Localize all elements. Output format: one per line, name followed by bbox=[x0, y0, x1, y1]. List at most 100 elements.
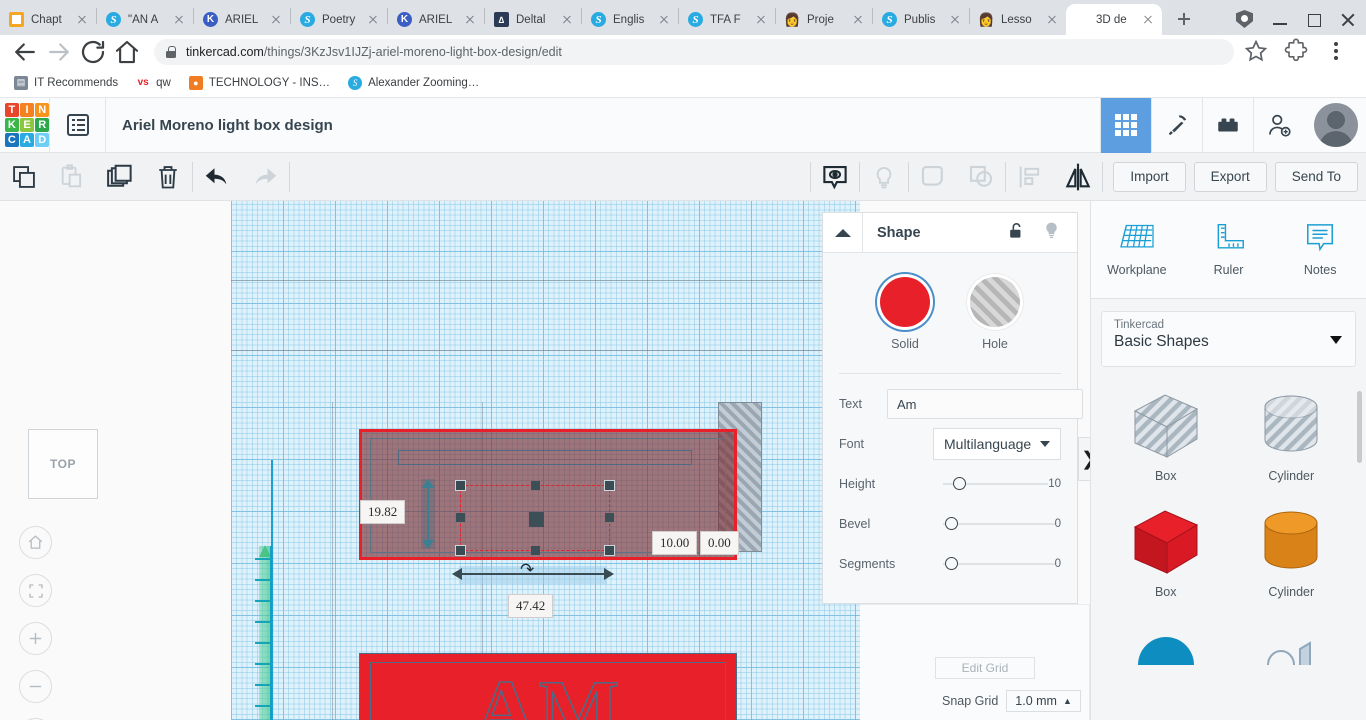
fit-view-icon[interactable] bbox=[19, 574, 52, 607]
lego-brick-icon[interactable] bbox=[1202, 98, 1253, 153]
slider-knob[interactable] bbox=[945, 557, 958, 570]
delete-icon[interactable] bbox=[144, 153, 192, 201]
browser-tab[interactable]: ∆Deltal bbox=[485, 4, 581, 35]
browser-tab[interactable]: Chapt bbox=[0, 4, 96, 35]
browser-menu-icon[interactable] bbox=[1322, 37, 1352, 67]
mirror-icon[interactable] bbox=[1054, 153, 1102, 201]
new-tab-button[interactable] bbox=[1170, 5, 1198, 33]
designs-list-button[interactable] bbox=[50, 98, 105, 153]
sidebar-scrollbar[interactable] bbox=[1357, 391, 1362, 463]
close-icon[interactable] bbox=[753, 12, 769, 28]
bookmark-star-icon[interactable] bbox=[1242, 37, 1272, 67]
shape-library-select[interactable]: Tinkercad Basic Shapes bbox=[1101, 311, 1356, 367]
edit-grid-button[interactable]: Edit Grid bbox=[935, 657, 1035, 679]
hole-mode-option[interactable]: Hole bbox=[970, 277, 1020, 351]
browser-tab[interactable]: 3D de bbox=[1066, 4, 1162, 35]
browser-tab[interactable]: KARIEL bbox=[388, 4, 484, 35]
resize-handle-left[interactable] bbox=[456, 513, 465, 522]
browser-tab[interactable]: 👩Lesso bbox=[970, 4, 1066, 35]
shield-icon[interactable] bbox=[1236, 10, 1256, 30]
home-view-icon[interactable] bbox=[19, 526, 52, 559]
dimension-z[interactable]: 10.00 bbox=[652, 531, 697, 555]
close-icon[interactable] bbox=[1140, 12, 1156, 28]
shape-item-roof[interactable] bbox=[1229, 611, 1355, 673]
close-icon[interactable] bbox=[268, 12, 284, 28]
view-cube[interactable]: TOP bbox=[28, 429, 98, 499]
slider-knob[interactable] bbox=[953, 477, 966, 490]
address-bar[interactable]: tinkercad.com/things/3KzJsv1IJZj-ariel-m… bbox=[154, 39, 1234, 65]
close-icon[interactable] bbox=[462, 12, 478, 28]
tinkercad-logo[interactable]: TINKERCAD bbox=[5, 103, 49, 147]
browser-tab[interactable]: STFA F bbox=[679, 4, 775, 35]
zoom-in-icon[interactable] bbox=[19, 622, 52, 655]
dimension-width[interactable]: 47.42 bbox=[508, 594, 553, 618]
snap-grid-select[interactable]: 1.0 mm ▲ bbox=[1006, 690, 1081, 712]
import-button[interactable]: Import bbox=[1113, 162, 1185, 192]
font-select[interactable]: Multilanguage bbox=[933, 428, 1061, 460]
lightbulb-icon[interactable] bbox=[1042, 221, 1061, 245]
close-icon[interactable] bbox=[365, 12, 381, 28]
reload-button[interactable] bbox=[78, 37, 108, 67]
hole-swatch[interactable] bbox=[970, 277, 1020, 327]
shape-item-box-solid[interactable]: Box bbox=[1103, 495, 1229, 607]
solid-mode-option[interactable]: Solid bbox=[880, 277, 930, 351]
pickaxe-icon[interactable] bbox=[1151, 98, 1202, 153]
collapse-panel-button[interactable] bbox=[823, 213, 863, 253]
height-slider[interactable] bbox=[933, 477, 1048, 491]
height-arrow-icon[interactable] bbox=[421, 479, 435, 549]
add-person-icon[interactable] bbox=[1253, 98, 1304, 153]
duplicate-icon[interactable] bbox=[96, 153, 144, 201]
resize-handle-tl[interactable] bbox=[455, 480, 466, 491]
bookmark-item[interactable]: ● TECHNOLOGY - INS… bbox=[189, 76, 330, 90]
sidebar-item-ruler[interactable]: Ruler bbox=[1183, 201, 1275, 298]
text-object[interactable]: AM bbox=[359, 653, 737, 720]
close-icon[interactable] bbox=[947, 12, 963, 28]
close-icon[interactable] bbox=[850, 12, 866, 28]
blocks-grid-icon[interactable] bbox=[1100, 98, 1151, 153]
restore-icon[interactable] bbox=[1304, 10, 1324, 30]
copy-icon[interactable] bbox=[0, 153, 48, 201]
minimize-icon[interactable] bbox=[1270, 10, 1290, 30]
user-avatar[interactable] bbox=[1314, 103, 1358, 147]
solid-color-swatch[interactable] bbox=[880, 277, 930, 327]
close-icon[interactable] bbox=[656, 12, 672, 28]
bookmark-item[interactable]: ▤ IT Recommends bbox=[14, 76, 118, 90]
zoom-out-icon[interactable] bbox=[19, 670, 52, 703]
center-handle[interactable] bbox=[529, 512, 544, 527]
browser-tab[interactable]: KARIEL bbox=[194, 4, 290, 35]
resize-handle-tr[interactable] bbox=[604, 480, 615, 491]
selection-bounds[interactable] bbox=[460, 485, 610, 551]
extensions-icon[interactable] bbox=[1282, 37, 1312, 67]
browser-tab[interactable]: SPublis bbox=[873, 4, 969, 35]
forward-button[interactable] bbox=[44, 37, 74, 67]
close-icon[interactable] bbox=[1044, 12, 1060, 28]
undo-icon[interactable] bbox=[193, 153, 241, 201]
bookmark-item[interactable]: S Alexander Zooming… bbox=[348, 76, 479, 90]
resize-handle-bottom[interactable] bbox=[531, 546, 540, 555]
dimension-height[interactable]: 19.82 bbox=[360, 500, 405, 524]
resize-handle-top[interactable] bbox=[531, 481, 540, 490]
shape-item-cylinder-solid[interactable]: Cylinder bbox=[1229, 495, 1355, 607]
close-icon[interactable] bbox=[74, 12, 90, 28]
shape-item-box-hole[interactable]: Box bbox=[1103, 381, 1229, 491]
slider-knob[interactable] bbox=[945, 517, 958, 530]
bookmark-item[interactable]: vs qw bbox=[136, 76, 171, 90]
shape-item-cylinder-hole[interactable]: Cylinder bbox=[1229, 381, 1355, 491]
shape-item-sphere[interactable] bbox=[1103, 611, 1229, 673]
segments-slider[interactable] bbox=[933, 557, 1055, 571]
export-button[interactable]: Export bbox=[1194, 162, 1267, 192]
browser-tab[interactable]: SPoetry bbox=[291, 4, 387, 35]
close-icon[interactable] bbox=[171, 12, 187, 28]
bevel-slider[interactable] bbox=[933, 517, 1055, 531]
close-icon[interactable] bbox=[1338, 10, 1358, 30]
text-input[interactable] bbox=[887, 389, 1083, 419]
send-to-button[interactable]: Send To bbox=[1275, 162, 1358, 192]
resize-handle-br[interactable] bbox=[604, 545, 615, 556]
sidebar-item-notes[interactable]: Notes bbox=[1274, 201, 1366, 298]
show-hide-icon[interactable] bbox=[811, 153, 859, 201]
sidebar-item-workplane[interactable]: Workplane bbox=[1091, 201, 1183, 298]
resize-handle-bl[interactable] bbox=[455, 545, 466, 556]
browser-tab[interactable]: 👩Proje bbox=[776, 4, 872, 35]
home-button[interactable] bbox=[112, 37, 142, 67]
unlock-icon[interactable] bbox=[1007, 221, 1026, 245]
